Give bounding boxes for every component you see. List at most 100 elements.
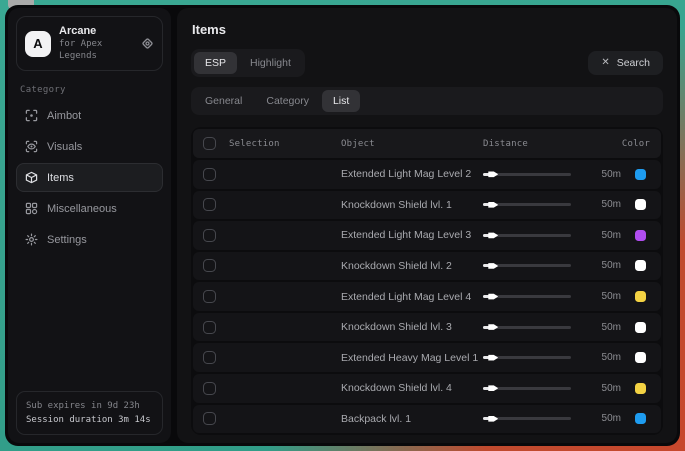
slider-thumb[interactable] (488, 201, 498, 209)
session-duration-text: Session duration 3m 14s (26, 413, 153, 427)
tab-label: List (333, 95, 349, 107)
app-logo: A (25, 31, 51, 57)
distance-value: 50m (583, 291, 625, 302)
sidebar-item-aimbot[interactable]: Aimbot (16, 101, 163, 130)
table-header-row: Selection Object Distance Color (193, 129, 661, 158)
table-row: Knockdown Shield lvl. 4 50m (193, 374, 661, 403)
color-swatch[interactable] (635, 352, 646, 363)
distance-value: 50m (583, 413, 625, 424)
object-name: Backpack lvl. 1 (341, 413, 483, 425)
sidebar: A Arcane for Apex Legends Category Aimbo… (8, 8, 171, 443)
slider-thumb[interactable] (488, 170, 498, 178)
main-panel: Items ESP Highlight ✕ Search General Cat… (177, 8, 677, 443)
column-header-distance: Distance (483, 139, 583, 149)
row-checkbox[interactable] (203, 168, 216, 181)
sidebar-nav: Aimbot Visuals Items Miscellaneous Setti… (16, 101, 163, 254)
search-button[interactable]: ✕ Search (588, 51, 663, 75)
color-swatch[interactable] (635, 260, 646, 271)
view-tabs: General Category List (191, 87, 663, 115)
crosshair-icon (25, 109, 38, 122)
distance-value: 50m (583, 383, 625, 394)
row-checkbox[interactable] (203, 229, 216, 242)
row-checkbox[interactable] (203, 412, 216, 425)
table-row: Extended Heavy Mag Level 1 50m (193, 343, 661, 372)
distance-slider[interactable] (483, 295, 571, 298)
slider-thumb[interactable] (488, 231, 498, 239)
distance-slider[interactable] (483, 203, 571, 206)
tab-label: Category (266, 95, 309, 107)
tab-label: General (205, 95, 242, 107)
tab-category[interactable]: Category (255, 90, 320, 112)
column-header-color: Color (583, 139, 655, 149)
select-all-checkbox[interactable] (203, 137, 216, 150)
slider-thumb[interactable] (488, 323, 498, 331)
object-name: Extended Light Mag Level 4 (341, 291, 483, 303)
sidebar-item-settings[interactable]: Settings (16, 225, 163, 254)
slider-thumb[interactable] (488, 293, 498, 301)
tab-label: ESP (205, 57, 226, 69)
sidebar-item-items[interactable]: Items (16, 163, 163, 192)
gear-icon (25, 233, 38, 246)
eye-icon (25, 140, 38, 153)
slider-thumb[interactable] (488, 415, 498, 423)
row-checkbox[interactable] (203, 351, 216, 364)
distance-value: 50m (583, 352, 625, 363)
page-title: Items (192, 22, 663, 37)
row-checkbox[interactable] (203, 290, 216, 303)
sidebar-item-label: Aimbot (47, 110, 81, 122)
tab-highlight[interactable]: Highlight (239, 52, 302, 74)
slider-thumb[interactable] (488, 384, 498, 392)
pin-icon[interactable] (141, 37, 154, 50)
row-checkbox[interactable] (203, 382, 216, 395)
slider-thumb[interactable] (488, 354, 498, 362)
distance-slider[interactable] (483, 356, 571, 359)
sub-expiry-text: Sub expires in 9d 23h (26, 399, 153, 413)
tab-list[interactable]: List (322, 90, 360, 112)
table-row: Extended Light Mag Level 2 50m (193, 160, 661, 189)
row-checkbox[interactable] (203, 321, 216, 334)
color-swatch[interactable] (635, 169, 646, 180)
color-swatch[interactable] (635, 199, 646, 210)
slider-thumb[interactable] (488, 262, 498, 270)
distance-slider[interactable] (483, 326, 571, 329)
distance-slider[interactable] (483, 173, 571, 176)
sidebar-item-visuals[interactable]: Visuals (16, 132, 163, 161)
app-subtitle: for Apex Legends (59, 38, 133, 62)
distance-value: 50m (583, 199, 625, 210)
table-row: Knockdown Shield lvl. 2 50m (193, 252, 661, 281)
grid-icon (25, 202, 38, 215)
table-row: Backpack lvl. 1 50m (193, 405, 661, 434)
color-swatch[interactable] (635, 413, 646, 424)
distance-value: 50m (583, 260, 625, 271)
table-row: Knockdown Shield lvl. 3 50m (193, 313, 661, 342)
distance-slider[interactable] (483, 264, 571, 267)
object-name: Extended Light Mag Level 3 (341, 229, 483, 241)
distance-slider[interactable] (483, 417, 571, 420)
color-swatch[interactable] (635, 230, 646, 241)
distance-slider[interactable] (483, 387, 571, 390)
row-checkbox[interactable] (203, 198, 216, 211)
table-row: Extended Light Mag Level 4 50m (193, 282, 661, 311)
color-swatch[interactable] (635, 383, 646, 394)
search-button-label: Search (617, 57, 650, 69)
distance-value: 50m (583, 322, 625, 333)
arcane-window: A Arcane for Apex Legends Category Aimbo… (5, 5, 680, 446)
object-name: Extended Light Mag Level 2 (341, 168, 483, 180)
tab-esp[interactable]: ESP (194, 52, 237, 74)
distance-slider[interactable] (483, 234, 571, 237)
tab-general[interactable]: General (194, 90, 253, 112)
sidebar-item-label: Settings (47, 234, 87, 246)
object-name: Knockdown Shield lvl. 2 (341, 260, 483, 272)
color-swatch[interactable] (635, 322, 646, 333)
table-row: Extended Light Mag Level 3 50m (193, 221, 661, 250)
x-icon: ✕ (601, 58, 609, 68)
column-header-selection: Selection (229, 139, 341, 149)
sidebar-item-label: Miscellaneous (47, 203, 117, 215)
row-checkbox[interactable] (203, 259, 216, 272)
object-name: Knockdown Shield lvl. 4 (341, 382, 483, 394)
color-swatch[interactable] (635, 291, 646, 302)
object-name: Knockdown Shield lvl. 1 (341, 199, 483, 211)
items-table: Selection Object Distance Color Extended… (191, 127, 663, 435)
column-header-object: Object (341, 139, 483, 149)
sidebar-item-miscellaneous[interactable]: Miscellaneous (16, 194, 163, 223)
